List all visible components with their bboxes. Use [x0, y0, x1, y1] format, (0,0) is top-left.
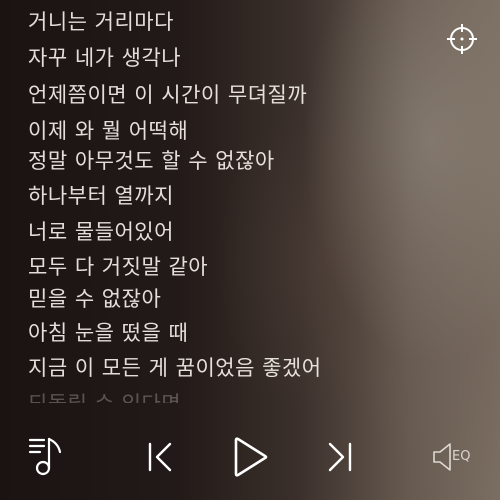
- lyric-line[interactable]: 아침 눈을 떴을 때: [28, 318, 188, 348]
- lyric-line[interactable]: 언제쯤이면 이 시간이 무뎌질까: [28, 80, 307, 110]
- previous-track-button[interactable]: [146, 441, 174, 473]
- playlist-button[interactable]: [28, 435, 68, 479]
- locate-current-line-button[interactable]: [446, 23, 478, 55]
- speaker-icon: [433, 443, 451, 471]
- lyric-line-faded[interactable]: 되돌릴 수 있다면: [28, 389, 181, 403]
- lyric-line[interactable]: 모두 다 거짓말 같아: [28, 252, 208, 282]
- lyric-line[interactable]: 하나부터 열까지: [28, 181, 174, 211]
- lyric-line[interactable]: 자꾸 네가 생각나: [28, 43, 181, 73]
- play-icon: [234, 437, 268, 477]
- lyric-line[interactable]: 거니는 거리마다: [28, 7, 174, 37]
- equalizer-button[interactable]: [432, 441, 454, 473]
- lyric-line[interactable]: 믿을 수 없잖아: [28, 284, 161, 314]
- lyric-line[interactable]: 정말 아무것도 할 수 없잖아: [28, 146, 275, 176]
- skip-previous-icon: [148, 442, 172, 472]
- lyric-line[interactable]: 이제 와 뭘 어떡해: [28, 116, 188, 146]
- lyrics-player-screen: 거니는 거리마다 자꾸 네가 생각나 언제쯤이면 이 시간이 무뎌질까 이제 와…: [0, 0, 500, 500]
- equalizer-label[interactable]: EQ: [452, 449, 470, 464]
- next-track-button[interactable]: [326, 441, 354, 473]
- music-list-icon: [28, 437, 62, 476]
- play-button[interactable]: [232, 435, 270, 479]
- lyric-line[interactable]: 너로 물들어있어: [28, 217, 174, 247]
- skip-next-icon: [328, 442, 352, 472]
- playback-controls: [0, 425, 500, 495]
- lyric-line[interactable]: 지금 이 모든 게 꿈이었음 좋겠어: [28, 353, 322, 383]
- crosshair-icon: [447, 24, 477, 54]
